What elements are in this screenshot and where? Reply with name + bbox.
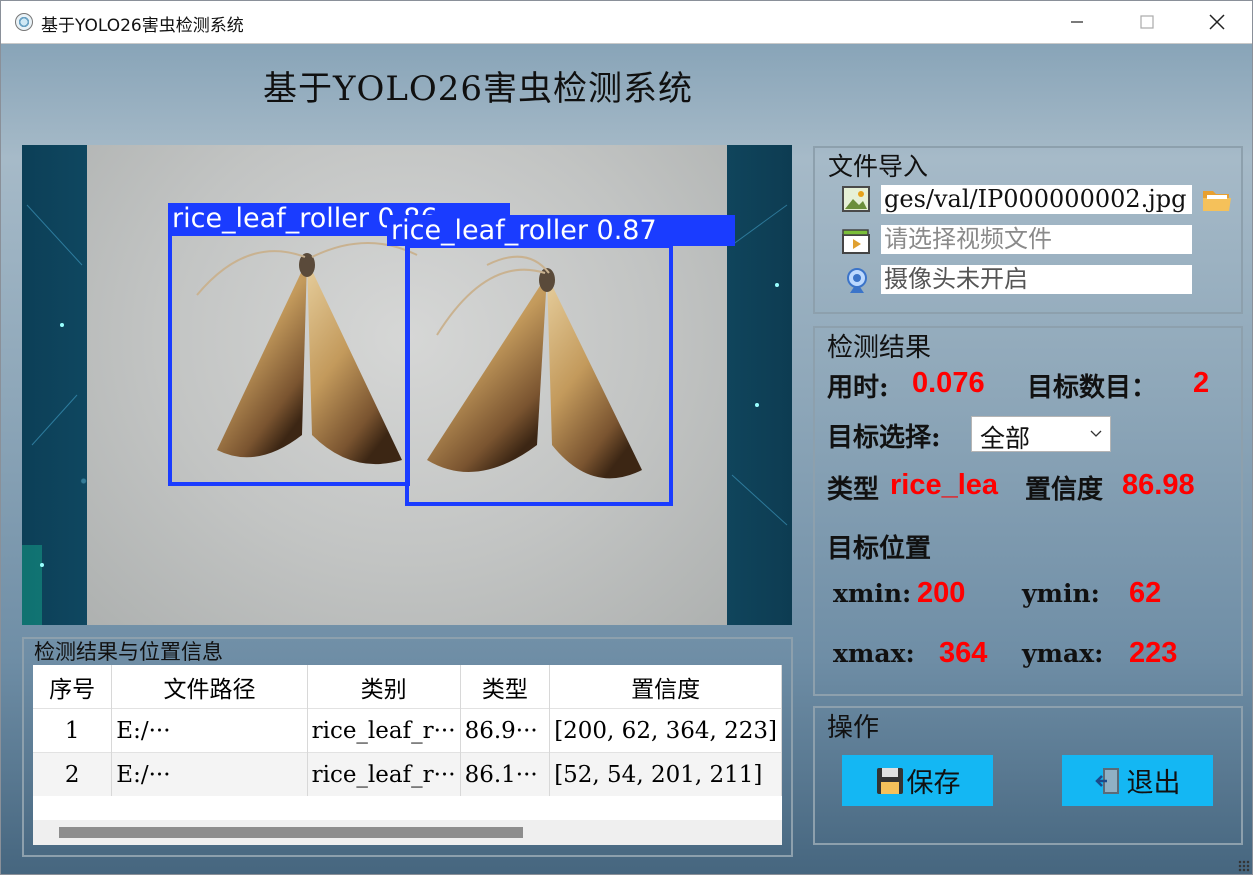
header-type[interactable]: 类型: [460, 665, 551, 709]
result-table-title: 检测结果与位置信息: [34, 640, 223, 664]
scrollbar-thumb[interactable]: [59, 827, 523, 838]
xmax-label: xmax:: [833, 639, 915, 668]
table-row[interactable]: 2 E:/··· rice_leaf_r··· 86.1··· [52, 54,…: [33, 752, 782, 796]
target-select-label: 目标选择:: [827, 423, 941, 453]
save-label: 保存: [906, 768, 961, 799]
tech-background-left: [22, 204, 83, 625]
cell-type: 86.1···: [460, 752, 551, 796]
camera-icon: [847, 268, 867, 293]
time-label: 用时:: [827, 373, 889, 403]
maximize-icon: [1140, 15, 1154, 29]
target-position-label: 目标位置: [827, 534, 932, 564]
time-value: 0.076: [912, 367, 985, 399]
close-button[interactable]: [1183, 1, 1251, 43]
cell-file-path: E:/···: [111, 708, 308, 753]
ymin-label: ymin:: [1022, 579, 1100, 608]
detection-photo: rice_leaf_roller 0.86 rice_leaf_roller 0…: [87, 145, 735, 625]
confidence-label: 置信度: [1025, 475, 1104, 505]
camera-status-field[interactable]: 摄像头未开启: [881, 265, 1192, 294]
cell-index: 2: [33, 752, 113, 796]
header-file-path[interactable]: 文件路径: [111, 665, 308, 709]
table-row[interactable]: 1 E:/··· rice_leaf_r··· 86.9··· [200, 62…: [33, 708, 782, 753]
minimize-icon: [1071, 21, 1083, 23]
confidence-value: 86.98: [1122, 469, 1195, 501]
xmin-value: 200: [917, 577, 966, 609]
header-confidence[interactable]: 置信度: [549, 665, 782, 709]
type-value: rice_lea: [890, 469, 999, 501]
maximize-button[interactable]: [1113, 1, 1181, 43]
bbox-1: [168, 232, 410, 486]
image-display: rice_leaf_roller 0.86 rice_leaf_roller 0…: [22, 145, 792, 625]
target-select-value: 全部: [980, 424, 1031, 453]
cell-class: rice_leaf_r···: [307, 752, 461, 796]
result-table: 序号 文件路径 类别 类型 置信度 1 E:/··· rice_leaf_r··…: [33, 665, 782, 845]
image-icon: [842, 186, 870, 212]
resize-grip[interactable]: [1238, 860, 1250, 872]
window-title: 基于YOLO26害虫检测系统: [41, 16, 244, 36]
operations-title: 操作: [827, 713, 880, 743]
folder-open-icon[interactable]: [1201, 185, 1233, 215]
file-import-title: 文件导入: [828, 152, 929, 181]
table-header-row: 序号 文件路径 类别 类型 置信度: [33, 665, 782, 709]
exit-door-icon: [1094, 767, 1119, 794]
ymax-value: 223: [1129, 637, 1178, 669]
header-class[interactable]: 类别: [307, 665, 461, 709]
cell-class: rice_leaf_r···: [307, 708, 461, 753]
bbox-2: [405, 244, 673, 506]
bbox-2-label: rice_leaf_roller 0.87: [387, 215, 735, 246]
app-window: 基于YOLO26害虫检测系统 基于YOLO26害虫检测系统 rice_leaf_…: [0, 0, 1253, 875]
video-file-field[interactable]: 请选择视频文件: [881, 225, 1192, 254]
header-index[interactable]: 序号: [33, 665, 113, 709]
exit-label: 退出: [1126, 768, 1181, 799]
image-path-field[interactable]: ges/val/IP000000002.jpg: [881, 185, 1192, 214]
cell-type: 86.9···: [460, 708, 551, 753]
title-bar: 基于YOLO26害虫检测系统: [1, 1, 1252, 44]
detection-results-title: 检测结果: [827, 333, 932, 363]
minimize-button[interactable]: [1043, 1, 1111, 43]
xmax-value: 364: [939, 637, 988, 669]
chevron-down-icon: [1090, 430, 1102, 437]
ymax-label: ymax:: [1022, 639, 1104, 668]
save-icon: [876, 767, 903, 794]
video-icon: [842, 229, 870, 254]
cell-confidence: [200, 62, 364, 223]: [549, 708, 782, 753]
close-icon: [1209, 14, 1225, 30]
count-value: 2: [1193, 367, 1210, 399]
count-label: 目标数目：: [1027, 373, 1158, 403]
app-icon: [15, 13, 33, 31]
type-label: 类型: [827, 475, 880, 505]
exit-button[interactable]: 退出: [1062, 755, 1213, 806]
cell-confidence: [52, 54, 201, 211]: [549, 752, 782, 796]
page-title: 基于YOLO26害虫检测系统: [263, 69, 694, 109]
save-button[interactable]: 保存: [842, 755, 993, 806]
tech-background-right: [731, 204, 788, 526]
horizontal-scrollbar[interactable]: [33, 820, 782, 845]
ymin-value: 62: [1129, 577, 1162, 609]
xmin-label: xmin:: [833, 579, 912, 608]
cell-index: 1: [33, 708, 113, 753]
target-select-dropdown[interactable]: 全部: [971, 416, 1111, 453]
cell-file-path: E:/···: [111, 752, 308, 796]
